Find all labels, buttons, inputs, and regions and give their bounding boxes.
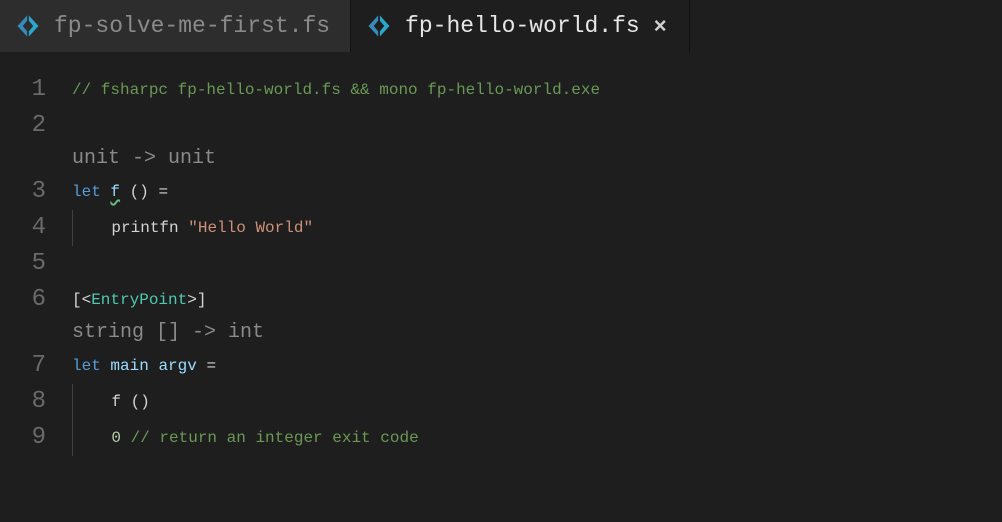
code-text: () = xyxy=(120,183,168,201)
line-number: 2 xyxy=(0,108,72,144)
code-punct: [< xyxy=(72,291,91,309)
fsharp-icon xyxy=(365,12,393,40)
line-number: 8 xyxy=(0,384,72,420)
code-identifier: main xyxy=(110,357,148,375)
line-number: 6 xyxy=(0,282,72,318)
code-identifier: f xyxy=(110,183,120,201)
tab-label: fp-solve-me-first.fs xyxy=(54,13,330,39)
line-number: 7 xyxy=(0,348,72,384)
code-comment: // fsharpc fp-hello-world.fs && mono fp-… xyxy=(72,81,600,99)
line-number: 1 xyxy=(0,72,72,108)
fsharp-icon xyxy=(14,12,42,40)
line-number: 5 xyxy=(0,246,72,282)
code-attribute: EntryPoint xyxy=(91,291,187,309)
code-punct: >] xyxy=(187,291,206,309)
line-number: 3 xyxy=(0,174,72,210)
tab-fp-hello-world[interactable]: fp-hello-world.fs × xyxy=(351,0,690,52)
line-number: 4 xyxy=(0,210,72,246)
tab-fp-solve-me-first[interactable]: fp-solve-me-first.fs xyxy=(0,0,351,52)
type-hint: unit -> unit xyxy=(72,147,216,170)
code-string: "Hello World" xyxy=(188,219,313,237)
close-icon[interactable]: × xyxy=(652,13,669,39)
code-number: 0 xyxy=(111,429,121,447)
type-hint: string [] -> int xyxy=(72,321,264,344)
code-comment: // return an integer exit code xyxy=(121,429,419,447)
code-text: = xyxy=(197,357,216,375)
code-identifier: argv xyxy=(158,357,196,375)
tab-label: fp-hello-world.fs xyxy=(405,13,640,39)
code-identifier: printfn xyxy=(111,219,178,237)
code-keyword: let xyxy=(72,357,101,375)
code-keyword: let xyxy=(72,183,101,201)
line-number: 9 xyxy=(0,420,72,456)
tab-bar: fp-solve-me-first.fs fp-hello-world.fs × xyxy=(0,0,1002,52)
code-editor[interactable]: 1 // fsharpc fp-hello-world.fs && mono f… xyxy=(0,52,1002,456)
code-text: f () xyxy=(111,393,149,411)
